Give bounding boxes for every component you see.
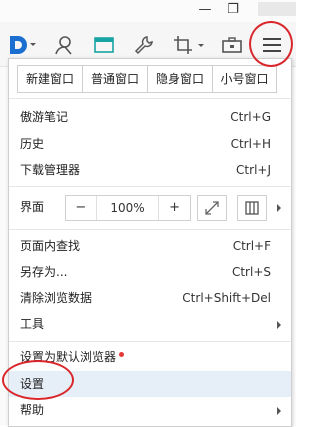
- submenu-arrow-icon: [277, 407, 281, 415]
- toolbox-button[interactable]: [218, 32, 246, 58]
- alt-account-window-button[interactable]: 小号窗口: [213, 66, 276, 92]
- close-button-partial[interactable]: [258, 2, 296, 16]
- menu-item-shortcut: Ctrl+G: [230, 110, 271, 124]
- screen-icon: [94, 37, 114, 53]
- incognito-window-button[interactable]: 隐身窗口: [148, 66, 213, 92]
- menu-item-label: 傲游笔记: [20, 110, 69, 124]
- menu-item-help[interactable]: 帮助: [9, 398, 291, 422]
- menu-item-shortcut: Ctrl+H: [230, 137, 271, 151]
- crop-icon: [174, 36, 204, 54]
- fullscreen-button[interactable]: [197, 195, 227, 221]
- menu-item-shortcut: Ctrl+Shift+Del: [182, 291, 271, 305]
- wrench-icon: [134, 36, 153, 55]
- menu-item-shortcut: Ctrl+J: [236, 163, 271, 177]
- minimize-button[interactable]: —: [190, 0, 220, 20]
- layout-arrow-icon[interactable]: [275, 203, 283, 213]
- crop-button[interactable]: [170, 32, 208, 58]
- menu-item-tools[interactable]: 工具: [9, 312, 291, 336]
- separator: [9, 341, 291, 342]
- menu-item-notes[interactable]: 傲游笔记 Ctrl+G: [9, 105, 291, 129]
- notification-dot: [119, 352, 125, 357]
- zoom-value: 100%: [110, 201, 145, 215]
- menu-item-label: 帮助: [20, 403, 45, 417]
- minimize-icon: —: [198, 2, 212, 17]
- restore-icon: ❐: [227, 2, 239, 17]
- menu-item-settings[interactable]: 设置: [9, 371, 291, 397]
- menu-item-label: 下载管理器: [20, 163, 81, 177]
- new-window-button[interactable]: 新建窗口: [18, 66, 83, 92]
- menu-item-label: 历史: [20, 137, 45, 151]
- menu-icon: [263, 38, 281, 52]
- menu-item-history[interactable]: 历史 Ctrl+H: [9, 132, 291, 156]
- main-menu-dropdown: 新建窗口 普通窗口 隐身窗口 小号窗口 傲游笔记 Ctrl+G 历史 Ctrl+…: [8, 58, 292, 427]
- menu-item-label: 工具: [20, 317, 45, 331]
- columns-icon: [245, 201, 259, 215]
- menu-item-label: 设置: [20, 377, 45, 391]
- separator: [9, 98, 291, 99]
- menu-item-clear-data[interactable]: 清除浏览数据 Ctrl+Shift+Del: [9, 286, 291, 310]
- menu-item-shortcut: Ctrl+S: [231, 265, 271, 279]
- interface-label: 界面: [20, 200, 45, 214]
- menu-item-label: 清除浏览数据: [20, 291, 93, 305]
- title-bar: — ❐: [0, 0, 296, 22]
- submenu-arrow-icon: [277, 321, 281, 329]
- separator: [9, 186, 291, 187]
- separator: [9, 229, 291, 230]
- menu-item-shortcut: Ctrl+F: [232, 239, 271, 253]
- browser-logo-button[interactable]: [4, 32, 40, 58]
- window-tabs: 新建窗口 普通窗口 隐身窗口 小号窗口: [17, 65, 277, 93]
- menu-item-label: 页面内查找: [20, 239, 81, 253]
- toolbox-icon: [222, 37, 242, 53]
- wrench-button[interactable]: [130, 32, 158, 58]
- fullscreen-icon: [205, 201, 219, 215]
- zoom-control: − 100% +: [65, 195, 191, 221]
- menu-item-find-in-page[interactable]: 页面内查找 Ctrl+F: [9, 234, 291, 258]
- browser-logo-icon: [10, 36, 36, 54]
- user-button[interactable]: [50, 32, 78, 58]
- normal-window-button[interactable]: 普通窗口: [83, 66, 148, 92]
- screen-button[interactable]: [90, 32, 118, 58]
- menu-item-label: 设置为默认浏览器: [20, 350, 117, 364]
- user-icon: [55, 36, 72, 55]
- zoom-in-button[interactable]: +: [158, 196, 190, 220]
- menu-item-downloads[interactable]: 下载管理器 Ctrl+J: [9, 158, 291, 182]
- menu-item-set-default[interactable]: 设置为默认浏览器: [9, 345, 291, 369]
- menu-item-label: 另存为...: [20, 265, 68, 279]
- restore-button[interactable]: ❐: [218, 0, 248, 20]
- menu-item-save-as[interactable]: 另存为... Ctrl+S: [9, 260, 291, 284]
- layout-button[interactable]: [237, 195, 267, 221]
- page-edge: [0, 67, 8, 425]
- zoom-out-button[interactable]: −: [66, 196, 97, 220]
- main-menu-button[interactable]: [258, 32, 286, 58]
